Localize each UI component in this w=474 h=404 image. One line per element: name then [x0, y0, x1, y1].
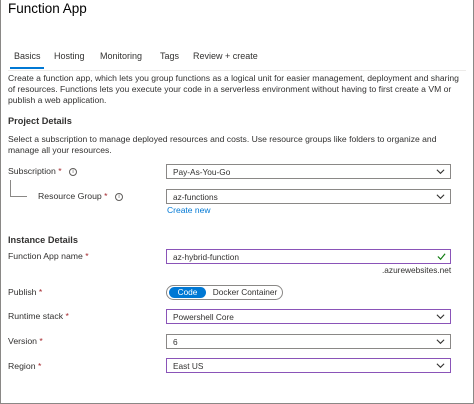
- info-icon[interactable]: i: [69, 167, 78, 176]
- resource-group-dropdown[interactable]: az-functions: [166, 189, 451, 204]
- runtime-stack-value: Powershell Core: [173, 312, 234, 322]
- tabs-divider: [8, 70, 466, 71]
- required-marker: *: [58, 166, 62, 176]
- function-app-name-label: Function App name *: [8, 251, 89, 261]
- tab-basics[interactable]: Basics: [14, 51, 41, 61]
- title-bar: Function App: [0, 0, 474, 24]
- chevron-down-icon: [436, 363, 445, 369]
- required-marker: *: [65, 311, 69, 321]
- tree-connector-horizontal: [10, 196, 27, 197]
- runtime-stack-dropdown[interactable]: Powershell Core: [166, 309, 451, 324]
- resource-group-label-text: Resource Group: [38, 191, 102, 201]
- active-tab-indicator: [10, 67, 44, 69]
- resource-group-label: Resource Group * i: [38, 191, 123, 201]
- chevron-down-icon: [436, 194, 445, 200]
- checkmark-icon: [437, 253, 446, 261]
- version-dropdown[interactable]: 6: [166, 334, 451, 349]
- info-icon[interactable]: i: [114, 192, 123, 201]
- runtime-stack-label: Runtime stack *: [8, 311, 69, 321]
- required-marker: *: [104, 191, 108, 201]
- region-label: Region *: [8, 361, 41, 371]
- chevron-down-icon: [436, 169, 445, 175]
- publish-option-docker-container[interactable]: Docker Container: [209, 287, 281, 298]
- instance-details-heading: Instance Details: [8, 235, 78, 245]
- publish-toggle: Code Docker Container: [166, 285, 283, 300]
- tab-review-create[interactable]: Review + create: [193, 51, 258, 61]
- region-value: East US: [173, 361, 204, 371]
- tab-tags[interactable]: Tags: [160, 51, 179, 61]
- domain-suffix: .azurewebsites.net: [382, 265, 452, 275]
- create-new-resource-group-link[interactable]: Create new: [167, 205, 210, 215]
- subscription-dropdown[interactable]: Pay-As-You-Go: [166, 164, 451, 179]
- function-app-name-label-text: Function App name: [8, 251, 83, 261]
- required-marker: *: [37, 361, 42, 371]
- chevron-down-icon: [436, 314, 445, 320]
- required-marker: *: [85, 251, 89, 261]
- version-label-text: Version: [8, 336, 37, 346]
- intro-text: Create a function app, which lets you gr…: [8, 73, 459, 105]
- project-details-description: Select a subscription to manage deployed…: [8, 134, 437, 155]
- function-app-name-value: az-hybrid-function: [173, 252, 239, 262]
- tab-hosting[interactable]: Hosting: [54, 51, 85, 61]
- subscription-label: Subscription * i: [8, 166, 78, 176]
- chevron-down-icon: [436, 339, 445, 345]
- tab-monitoring[interactable]: Monitoring: [100, 51, 142, 61]
- runtime-stack-label-text: Runtime stack: [8, 311, 64, 321]
- region-label-text: Region: [8, 361, 36, 371]
- tree-connector-vertical: [10, 180, 11, 196]
- subscription-value: Pay-As-You-Go: [173, 167, 231, 177]
- publish-label: Publish *: [8, 287, 42, 297]
- subscription-label-text: Subscription: [8, 166, 56, 176]
- publish-label-text: Publish: [8, 287, 37, 297]
- required-marker: *: [39, 336, 43, 346]
- project-details-heading: Project Details: [8, 116, 72, 126]
- resource-group-value: az-functions: [173, 192, 218, 202]
- required-marker: *: [38, 287, 43, 297]
- version-label: Version *: [8, 336, 43, 346]
- version-value: 6: [173, 337, 178, 347]
- function-app-name-input[interactable]: az-hybrid-function: [166, 249, 451, 264]
- page-title: Function App: [8, 1, 87, 16]
- region-dropdown[interactable]: East US: [166, 358, 451, 373]
- publish-option-code[interactable]: Code: [169, 287, 206, 298]
